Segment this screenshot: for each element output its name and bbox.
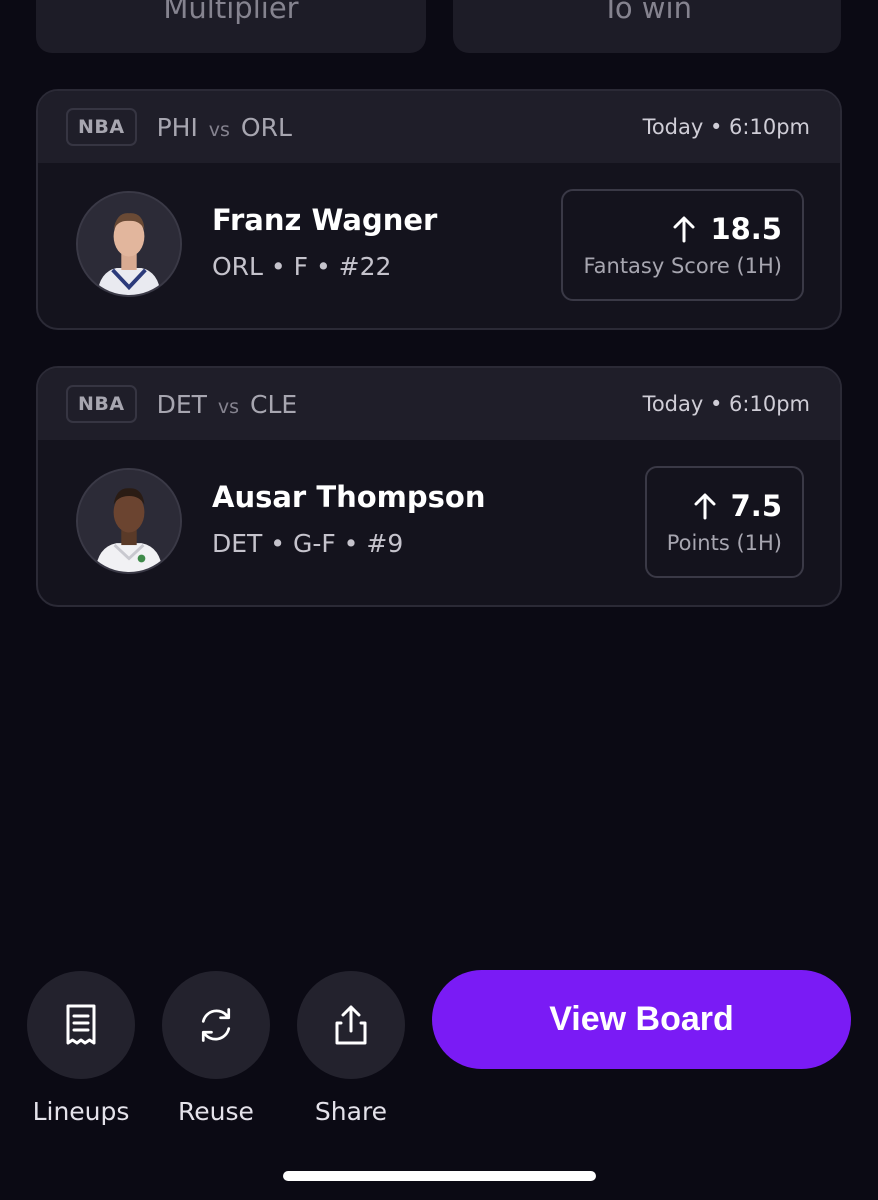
line-value: 18.5 — [710, 212, 782, 246]
home-indicator[interactable] — [283, 1171, 596, 1181]
to-win-card: To win — [453, 0, 841, 53]
league-badge: NBA — [66, 385, 137, 423]
stat-type: Points (1H) — [666, 531, 782, 555]
arrow-up-icon — [694, 493, 716, 520]
matchup: PHI vs ORL — [157, 113, 292, 142]
pick-card-header: NBA PHI vs ORL Today • 6:10pm — [38, 91, 840, 163]
share-label: Share — [314, 1097, 388, 1126]
player-avatar — [76, 191, 182, 297]
team-a: PHI — [156, 112, 198, 142]
player-meta: DET • G-F • #9 — [212, 529, 404, 558]
projection-box[interactable]: 7.5 Points (1H) — [644, 466, 804, 578]
projection-box[interactable]: 18.5 Fantasy Score (1H) — [561, 189, 804, 301]
share-icon — [335, 1005, 367, 1045]
view-board-button[interactable]: View Board — [432, 970, 851, 1069]
league-badge: NBA — [66, 108, 137, 146]
pick-card-body: Franz Wagner ORL • F • #22 18.5 Fantasy … — [38, 163, 840, 328]
refresh-icon — [201, 1008, 231, 1042]
game-time: Today • 6:10pm — [642, 115, 810, 139]
reuse-action[interactable]: Reuse — [162, 971, 270, 1126]
player-photo — [78, 193, 180, 295]
player-name: Ausar Thompson — [212, 480, 486, 514]
pick-card-header: NBA DET vs CLE Today • 6:10pm — [38, 368, 840, 440]
projection-line: 18.5 — [672, 212, 782, 246]
game-time: Today • 6:10pm — [642, 392, 810, 416]
projection-line: 7.5 — [693, 489, 782, 523]
pick-card-body: Ausar Thompson DET • G-F • #9 7.5 Points… — [38, 440, 840, 605]
vs-label: vs — [208, 118, 230, 141]
player-name: Franz Wagner — [212, 203, 438, 237]
reuse-button[interactable] — [162, 971, 270, 1079]
lineups-action[interactable]: Lineups — [27, 971, 135, 1126]
arrow-up-icon — [673, 216, 695, 243]
team-a: DET — [156, 389, 207, 419]
lineups-button[interactable] — [27, 971, 135, 1079]
lineup-detail-screen: Multiplier To win NBA PHI vs ORL Today •… — [0, 0, 878, 1200]
share-button[interactable] — [297, 971, 405, 1079]
vs-label: vs — [217, 395, 240, 418]
line-value: 7.5 — [730, 489, 782, 523]
lineups-label: Lineups — [32, 1097, 130, 1126]
multiplier-card: Multiplier — [36, 0, 426, 53]
team-b: CLE — [249, 389, 298, 419]
player-photo — [78, 470, 180, 572]
player-avatar — [76, 468, 182, 574]
team-b: ORL — [240, 112, 292, 142]
reuse-label: Reuse — [178, 1097, 254, 1126]
player-meta: ORL • F • #22 — [212, 252, 392, 281]
stat-type: Fantasy Score (1H) — [583, 254, 782, 278]
receipt-icon — [66, 1004, 96, 1045]
share-action[interactable]: Share — [297, 971, 405, 1126]
multiplier-label: Multiplier — [163, 0, 299, 25]
pick-card[interactable]: NBA PHI vs ORL Today • 6:10pm Franz Wagn… — [36, 89, 842, 330]
matchup: DET vs CLE — [157, 390, 298, 419]
pick-card[interactable]: NBA DET vs CLE Today • 6:10pm Ausar Thom… — [36, 366, 842, 607]
to-win-label: To win — [602, 0, 692, 25]
